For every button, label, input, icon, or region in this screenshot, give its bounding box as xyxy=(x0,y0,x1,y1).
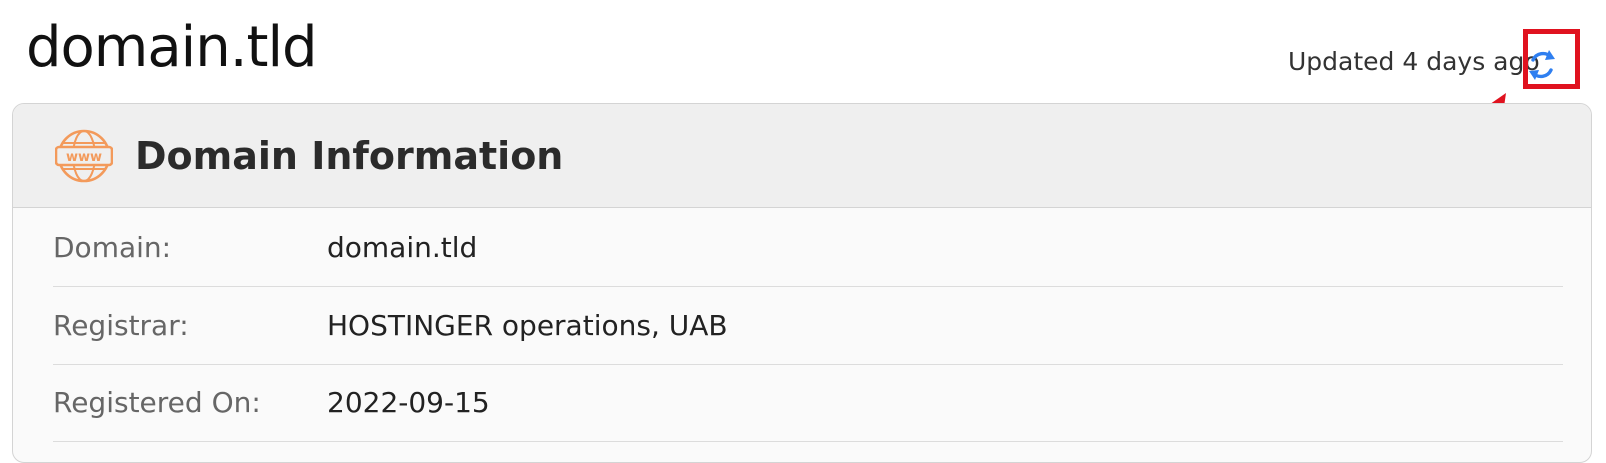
info-row-registrar: Registrar: HOSTINGER operations, UAB xyxy=(53,287,1563,365)
updated-status: Updated 4 days ago xyxy=(1288,47,1540,76)
panel-title: Domain Information xyxy=(135,133,564,178)
registrar-label: Registrar: xyxy=(53,309,189,342)
refresh-icon xyxy=(1529,50,1555,80)
svg-text:www: www xyxy=(66,150,102,165)
domain-information-panel: www Domain Information Domain: domain.tl… xyxy=(12,103,1592,463)
www-globe-icon: www xyxy=(55,127,113,185)
page-title: domain.tld xyxy=(26,15,318,80)
registered-on-value: 2022-09-15 xyxy=(327,386,490,419)
domain-label: Domain: xyxy=(53,231,172,264)
panel-header: www Domain Information xyxy=(13,104,1591,208)
refresh-button[interactable] xyxy=(1522,45,1562,85)
info-row-registered-on: Registered On: 2022-09-15 xyxy=(53,364,1563,442)
registrar-value: HOSTINGER operations, UAB xyxy=(327,309,728,342)
domain-value: domain.tld xyxy=(327,231,478,264)
info-row-domain: Domain: domain.tld xyxy=(53,209,1563,287)
registered-on-label: Registered On: xyxy=(53,386,261,419)
